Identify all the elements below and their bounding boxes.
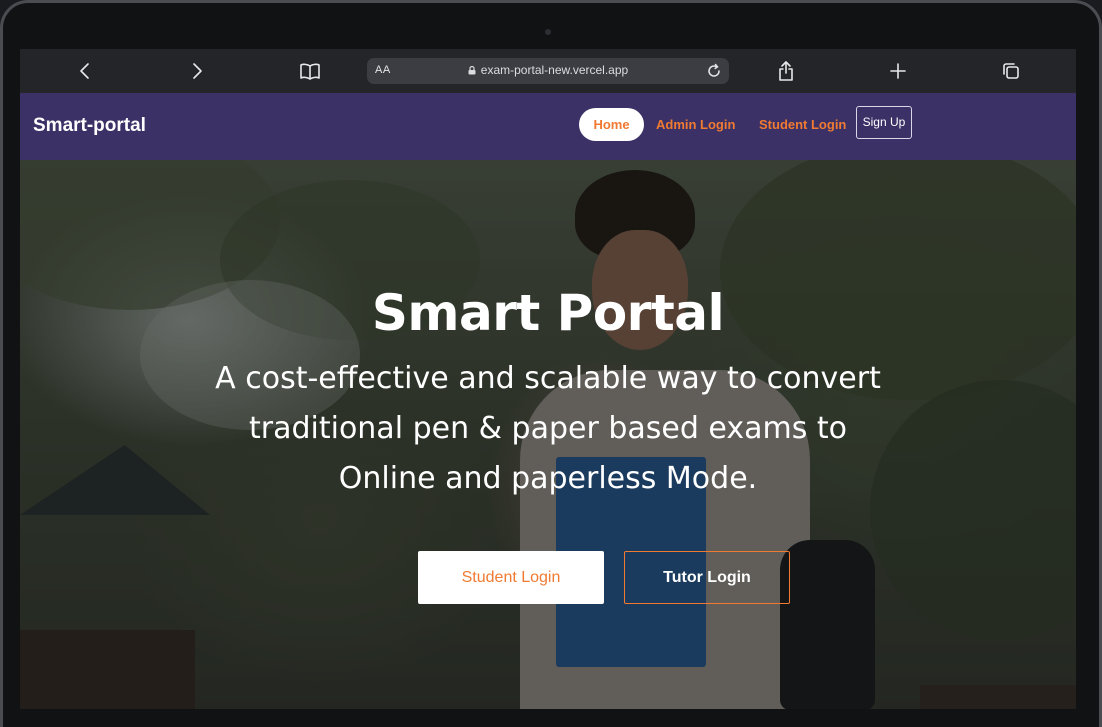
hero-section: Smart Portal A cost-effective and scalab… xyxy=(20,160,1076,709)
reload-icon[interactable] xyxy=(705,62,723,80)
new-tab-icon[interactable] xyxy=(886,59,910,83)
tabs-icon[interactable] xyxy=(999,59,1023,83)
brand-logo[interactable]: Smart-portal xyxy=(33,115,146,137)
tablet-frame: AA exam-portal-new.vercel.app Smart-port… xyxy=(0,0,1102,727)
url-display[interactable]: exam-portal-new.vercel.app xyxy=(367,63,729,77)
nav-home[interactable]: Home xyxy=(579,108,644,141)
tutor-login-button[interactable]: Tutor Login xyxy=(624,551,790,604)
url-text: exam-portal-new.vercel.app xyxy=(480,63,629,77)
forward-icon[interactable] xyxy=(185,59,209,83)
bookmarks-icon[interactable] xyxy=(298,59,322,83)
screen: AA exam-portal-new.vercel.app Smart-port… xyxy=(20,49,1076,709)
hero-subtitle: A cost-effective and scalable way to con… xyxy=(215,361,881,496)
browser-toolbar: AA exam-portal-new.vercel.app xyxy=(20,49,1076,93)
student-login-button[interactable]: Student Login xyxy=(418,551,604,604)
nav-sign-up-button[interactable]: Sign Up xyxy=(856,106,912,139)
lock-icon xyxy=(468,64,476,75)
back-icon[interactable] xyxy=(73,59,97,83)
nav-admin-login[interactable]: Admin Login xyxy=(656,117,735,132)
site-navbar: Smart-portal Home Admin Login Student Lo… xyxy=(20,93,1076,160)
nav-student-login[interactable]: Student Login xyxy=(759,117,846,132)
hero-title: Smart Portal xyxy=(371,284,725,342)
share-icon[interactable] xyxy=(774,59,798,83)
camera xyxy=(545,29,551,35)
address-bar[interactable]: AA exam-portal-new.vercel.app xyxy=(367,58,729,84)
